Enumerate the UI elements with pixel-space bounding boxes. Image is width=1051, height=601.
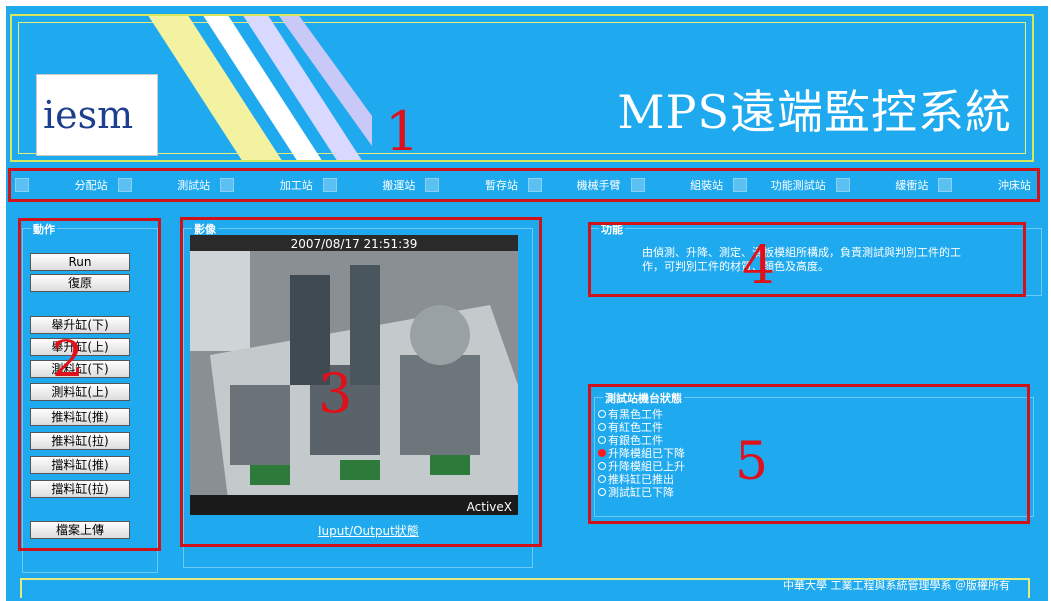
nav-item-processing[interactable]: 加工站	[216, 171, 319, 199]
iesm-logo: iesm	[36, 74, 158, 156]
banner-stripes-graphic	[148, 16, 372, 160]
annotation-marker-1: 1	[385, 100, 420, 163]
push-cylinder-pull-button[interactable]: 推料缸(拉)	[30, 432, 130, 450]
station-icon	[117, 178, 132, 192]
push-cylinder-push-button[interactable]: 推料缸(推)	[30, 408, 130, 426]
station-icon	[527, 178, 542, 192]
station-icon	[425, 178, 440, 192]
nav-item-assembly[interactable]: 組裝站	[627, 171, 730, 199]
station-icon	[15, 178, 29, 192]
station-icon	[835, 178, 850, 192]
annotation-marker-3: 3	[318, 362, 353, 425]
annotation-box-3	[180, 217, 542, 547]
station-icon	[630, 178, 645, 192]
nav-item-function-test[interactable]: 功能測試站	[729, 171, 832, 199]
copyright-text: 中華大學 工業工程與系統管理學系 ＠版權所有	[783, 579, 1010, 592]
nav-item-testing[interactable]: 測試站	[114, 171, 217, 199]
nav-item-buffer[interactable]: 緩衝站	[832, 171, 935, 199]
nav-item-robot-arm[interactable]: 機械手臂	[524, 171, 627, 199]
annotation-box-4	[588, 222, 1026, 297]
station-icon	[322, 178, 337, 192]
annotation-box-5	[588, 384, 1030, 524]
run-button[interactable]: Run	[30, 253, 130, 271]
nav-item-distribution[interactable]: 分配站	[11, 171, 114, 199]
nav-item-storage[interactable]: 暫存站	[421, 171, 524, 199]
header-banner: iesm MPS遠端監控系統	[10, 14, 1034, 162]
annotation-marker-2: 2	[52, 330, 84, 388]
station-icon	[733, 178, 748, 192]
station-nav-bar: 分配站 測試站 加工站 搬運站 暫存站 機械手臂 組裝站 功能測試站 緩衝站 沖…	[8, 168, 1040, 202]
stop-cylinder-pull-button[interactable]: 擋料缸(拉)	[30, 480, 130, 498]
reset-button[interactable]: 復原	[30, 274, 130, 292]
station-icon	[220, 178, 235, 192]
page-title: MPS遠端監控系統	[617, 85, 1012, 139]
annotation-marker-4: 4	[742, 236, 776, 296]
nav-item-press[interactable]: 沖床站	[934, 171, 1037, 199]
nav-item-handling[interactable]: 搬運站	[319, 171, 422, 199]
annotation-marker-5: 5	[735, 432, 769, 492]
footer: 中華大學 工業工程與系統管理學系 ＠版權所有	[20, 578, 1030, 598]
station-icon	[938, 178, 953, 192]
file-upload-button[interactable]: 檔案上傳	[30, 521, 130, 539]
stop-cylinder-push-button[interactable]: 擋料缸(推)	[30, 456, 130, 474]
